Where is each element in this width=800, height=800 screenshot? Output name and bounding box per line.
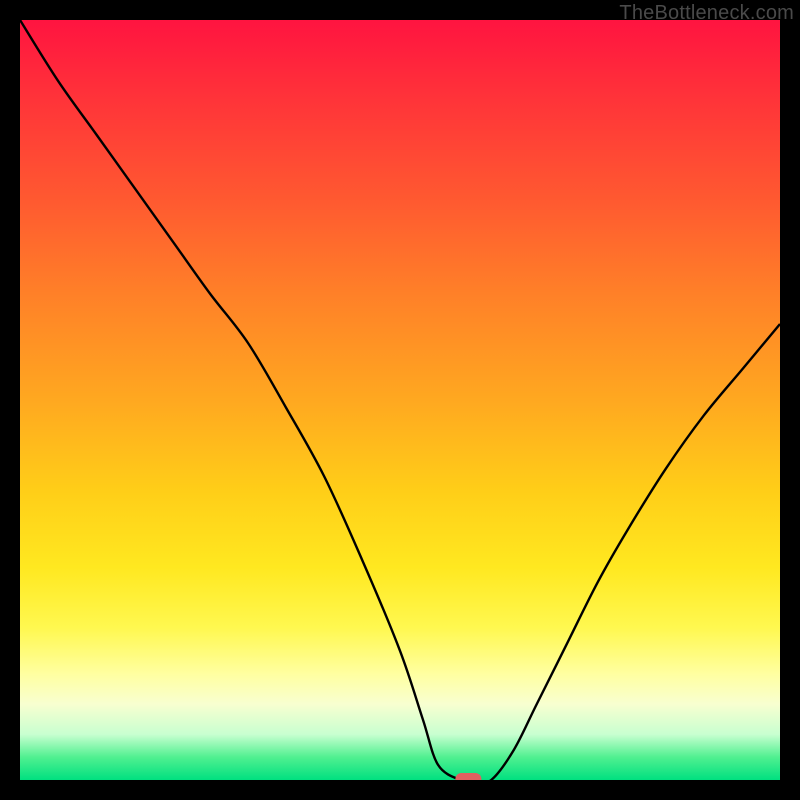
watermark-text: TheBottleneck.com [619, 2, 794, 25]
optimal-marker [455, 773, 481, 780]
chart-svg [20, 20, 780, 780]
chart-plot-area [20, 20, 780, 780]
bottleneck-curve [20, 20, 780, 780]
chart-frame: TheBottleneck.com [0, 0, 800, 800]
